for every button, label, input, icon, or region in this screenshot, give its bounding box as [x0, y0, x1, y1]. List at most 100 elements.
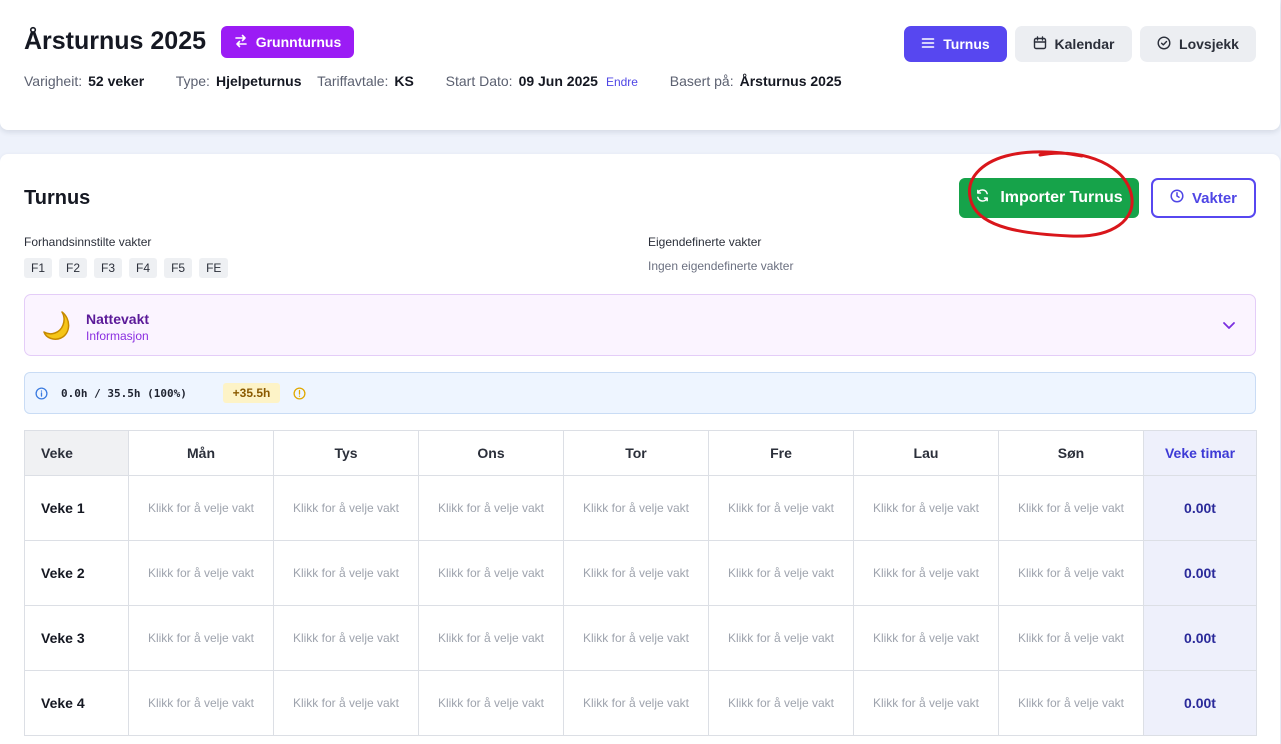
week-label: Veke 3 [24, 605, 129, 671]
table-row: Veke 4 Klikk for å velje vakt Klikk for … [24, 670, 1257, 736]
info-icon [35, 387, 48, 405]
preset-shifts-label: Forhandsinnstilte vakter [24, 235, 152, 249]
moon-icon [41, 309, 73, 346]
start-value: 09 Jun 2025 [518, 73, 598, 89]
shift-cell[interactable]: Klikk for å velje vakt [998, 670, 1144, 736]
week-label: Veke 2 [24, 540, 129, 606]
import-turnus-button[interactable]: Importer Turnus [959, 178, 1139, 218]
shift-cell[interactable]: Klikk for å velje vakt [853, 670, 999, 736]
week-total: 0.00t [1143, 475, 1257, 541]
section-title: Turnus [24, 187, 91, 209]
week-total: 0.00t [1143, 605, 1257, 671]
week-label: Veke 1 [24, 475, 129, 541]
shift-cell[interactable]: Klikk for å velje vakt [418, 670, 564, 736]
shift-cell[interactable]: Klikk for å velje vakt [128, 475, 274, 541]
week-total: 0.00t [1143, 670, 1257, 736]
column-header-day: Tor [563, 430, 709, 476]
shift-cell[interactable]: Klikk for å velje vakt [418, 540, 564, 606]
page-title: Årsturnus 2025 [24, 27, 207, 55]
shift-cell[interactable]: Klikk for å velje vakt [998, 540, 1144, 606]
column-header-day: Søn [998, 430, 1144, 476]
vakter-button[interactable]: Vakter [1151, 178, 1256, 218]
nattevakt-subtitle: Informasjon [86, 329, 149, 343]
tariff-label: Tariffavtale: [317, 73, 389, 89]
nattevakt-title: Nattevakt [86, 311, 150, 327]
varighet-value: 52 veker [88, 73, 145, 89]
tab-kalendar[interactable]: Kalendar [1015, 26, 1132, 62]
shift-cell[interactable]: Klikk for å velje vakt [853, 605, 999, 671]
shift-cell[interactable]: Klikk for å velje vakt [273, 475, 419, 541]
tab-turnus-label: Turnus [943, 36, 990, 52]
shift-cell[interactable]: Klikk for å velje vakt [998, 475, 1144, 541]
warning-icon [293, 387, 306, 405]
nattevakt-panel[interactable]: Nattevakt Informasjon [24, 294, 1256, 356]
chevron-down-icon[interactable] [1221, 317, 1237, 338]
shift-chip[interactable]: F1 [24, 258, 53, 278]
tab-lovsjekk[interactable]: Lovsjekk [1140, 26, 1256, 62]
shift-cell[interactable]: Klikk for å velje vakt [418, 605, 564, 671]
shift-chip[interactable]: F3 [94, 258, 123, 278]
column-header-day: Fre [708, 430, 854, 476]
shift-cell[interactable]: Klikk for å velje vakt [563, 540, 709, 606]
table-row: Veke 3 Klikk for å velje vakt Klikk for … [24, 605, 1257, 671]
calendar-icon [1033, 35, 1047, 53]
check-circle-icon [1157, 35, 1171, 53]
column-header-week: Veke [24, 430, 129, 476]
shift-cell[interactable]: Klikk for å velje vakt [853, 540, 999, 606]
grunnturnus-button[interactable]: Grunnturnus [221, 26, 354, 58]
tariff-value: KS [394, 73, 414, 89]
column-header-day: Tys [273, 430, 419, 476]
shift-cell[interactable]: Klikk for å velje vakt [708, 475, 854, 541]
custom-shifts-empty: Ingen eigendefinerte vakter [648, 259, 794, 273]
basert-label: Basert på: [669, 73, 734, 89]
shift-cell[interactable]: Klikk for å velje vakt [273, 670, 419, 736]
table-row: Veke 1 Klikk for å velje vakt Klikk for … [24, 475, 1257, 541]
shift-cell[interactable]: Klikk for å velje vakt [998, 605, 1144, 671]
shift-cell[interactable]: Klikk for å velje vakt [708, 540, 854, 606]
hours-badge: +35.5h [223, 383, 280, 403]
shift-chip[interactable]: F2 [59, 258, 88, 278]
shift-cell[interactable]: Klikk for å velje vakt [128, 540, 274, 606]
tab-turnus[interactable]: Turnus [904, 26, 1007, 62]
start-label: Start Dato: [445, 73, 513, 89]
table-header-row: Veke Mån Tys Ons Tor Fre Lau Søn Veke ti… [24, 430, 1257, 476]
grunnturnus-label: Grunnturnus [255, 34, 342, 50]
refresh-icon [975, 188, 990, 208]
week-label: Veke 4 [24, 670, 129, 736]
hours-text: 0.0h / 35.5h (100%) [61, 387, 187, 400]
list-icon [921, 36, 935, 52]
swap-icon [234, 34, 248, 51]
type-value: Hjelpeturnus [215, 73, 302, 89]
shift-cell[interactable]: Klikk for å velje vakt [708, 605, 854, 671]
table-row: Veke 2 Klikk for å velje vakt Klikk for … [24, 540, 1257, 606]
shift-chip[interactable]: F4 [129, 258, 158, 278]
shift-cell[interactable]: Klikk for å velje vakt [563, 475, 709, 541]
column-header-day: Ons [418, 430, 564, 476]
custom-shifts-label: Eigendefinerte vakter [648, 235, 762, 249]
varighet-label: Varigheit: [24, 73, 83, 89]
column-header-day: Mån [128, 430, 274, 476]
column-header-day: Lau [853, 430, 999, 476]
shift-cell[interactable]: Klikk for å velje vakt [708, 670, 854, 736]
import-turnus-label: Importer Turnus [1000, 189, 1123, 206]
tab-kalendar-label: Kalendar [1054, 36, 1115, 52]
header-card: Årsturnus 2025 Grunnturnus Varigheit: 52 … [0, 0, 1280, 130]
week-total: 0.00t [1143, 540, 1257, 606]
shift-cell[interactable]: Klikk for å velje vakt [128, 670, 274, 736]
shift-cell[interactable]: Klikk for å velje vakt [273, 540, 419, 606]
shift-cell[interactable]: Klikk for å velje vakt [563, 605, 709, 671]
tab-lovsjekk-label: Lovsjekk [1179, 36, 1239, 52]
preset-shift-chips: F1 F2 F3 F4 F5 FE [24, 258, 229, 278]
clock-icon [1170, 189, 1184, 207]
shift-chip[interactable]: FE [199, 258, 229, 278]
shift-cell[interactable]: Klikk for å velje vakt [418, 475, 564, 541]
turnus-meta: Varigheit: 52 veker Type: Hjelpeturnus Tar… [24, 73, 842, 89]
shift-chip[interactable]: F5 [164, 258, 193, 278]
type-label: Type: [175, 73, 210, 89]
shift-cell[interactable]: Klikk for å velje vakt [128, 605, 274, 671]
shift-cell[interactable]: Klikk for å velje vakt [273, 605, 419, 671]
schedule-table: Veke Mån Tys Ons Tor Fre Lau Søn Veke ti… [24, 430, 1257, 736]
shift-cell[interactable]: Klikk for å velje vakt [853, 475, 999, 541]
endre-link[interactable]: Endre [606, 75, 638, 89]
shift-cell[interactable]: Klikk for å velje vakt [563, 670, 709, 736]
